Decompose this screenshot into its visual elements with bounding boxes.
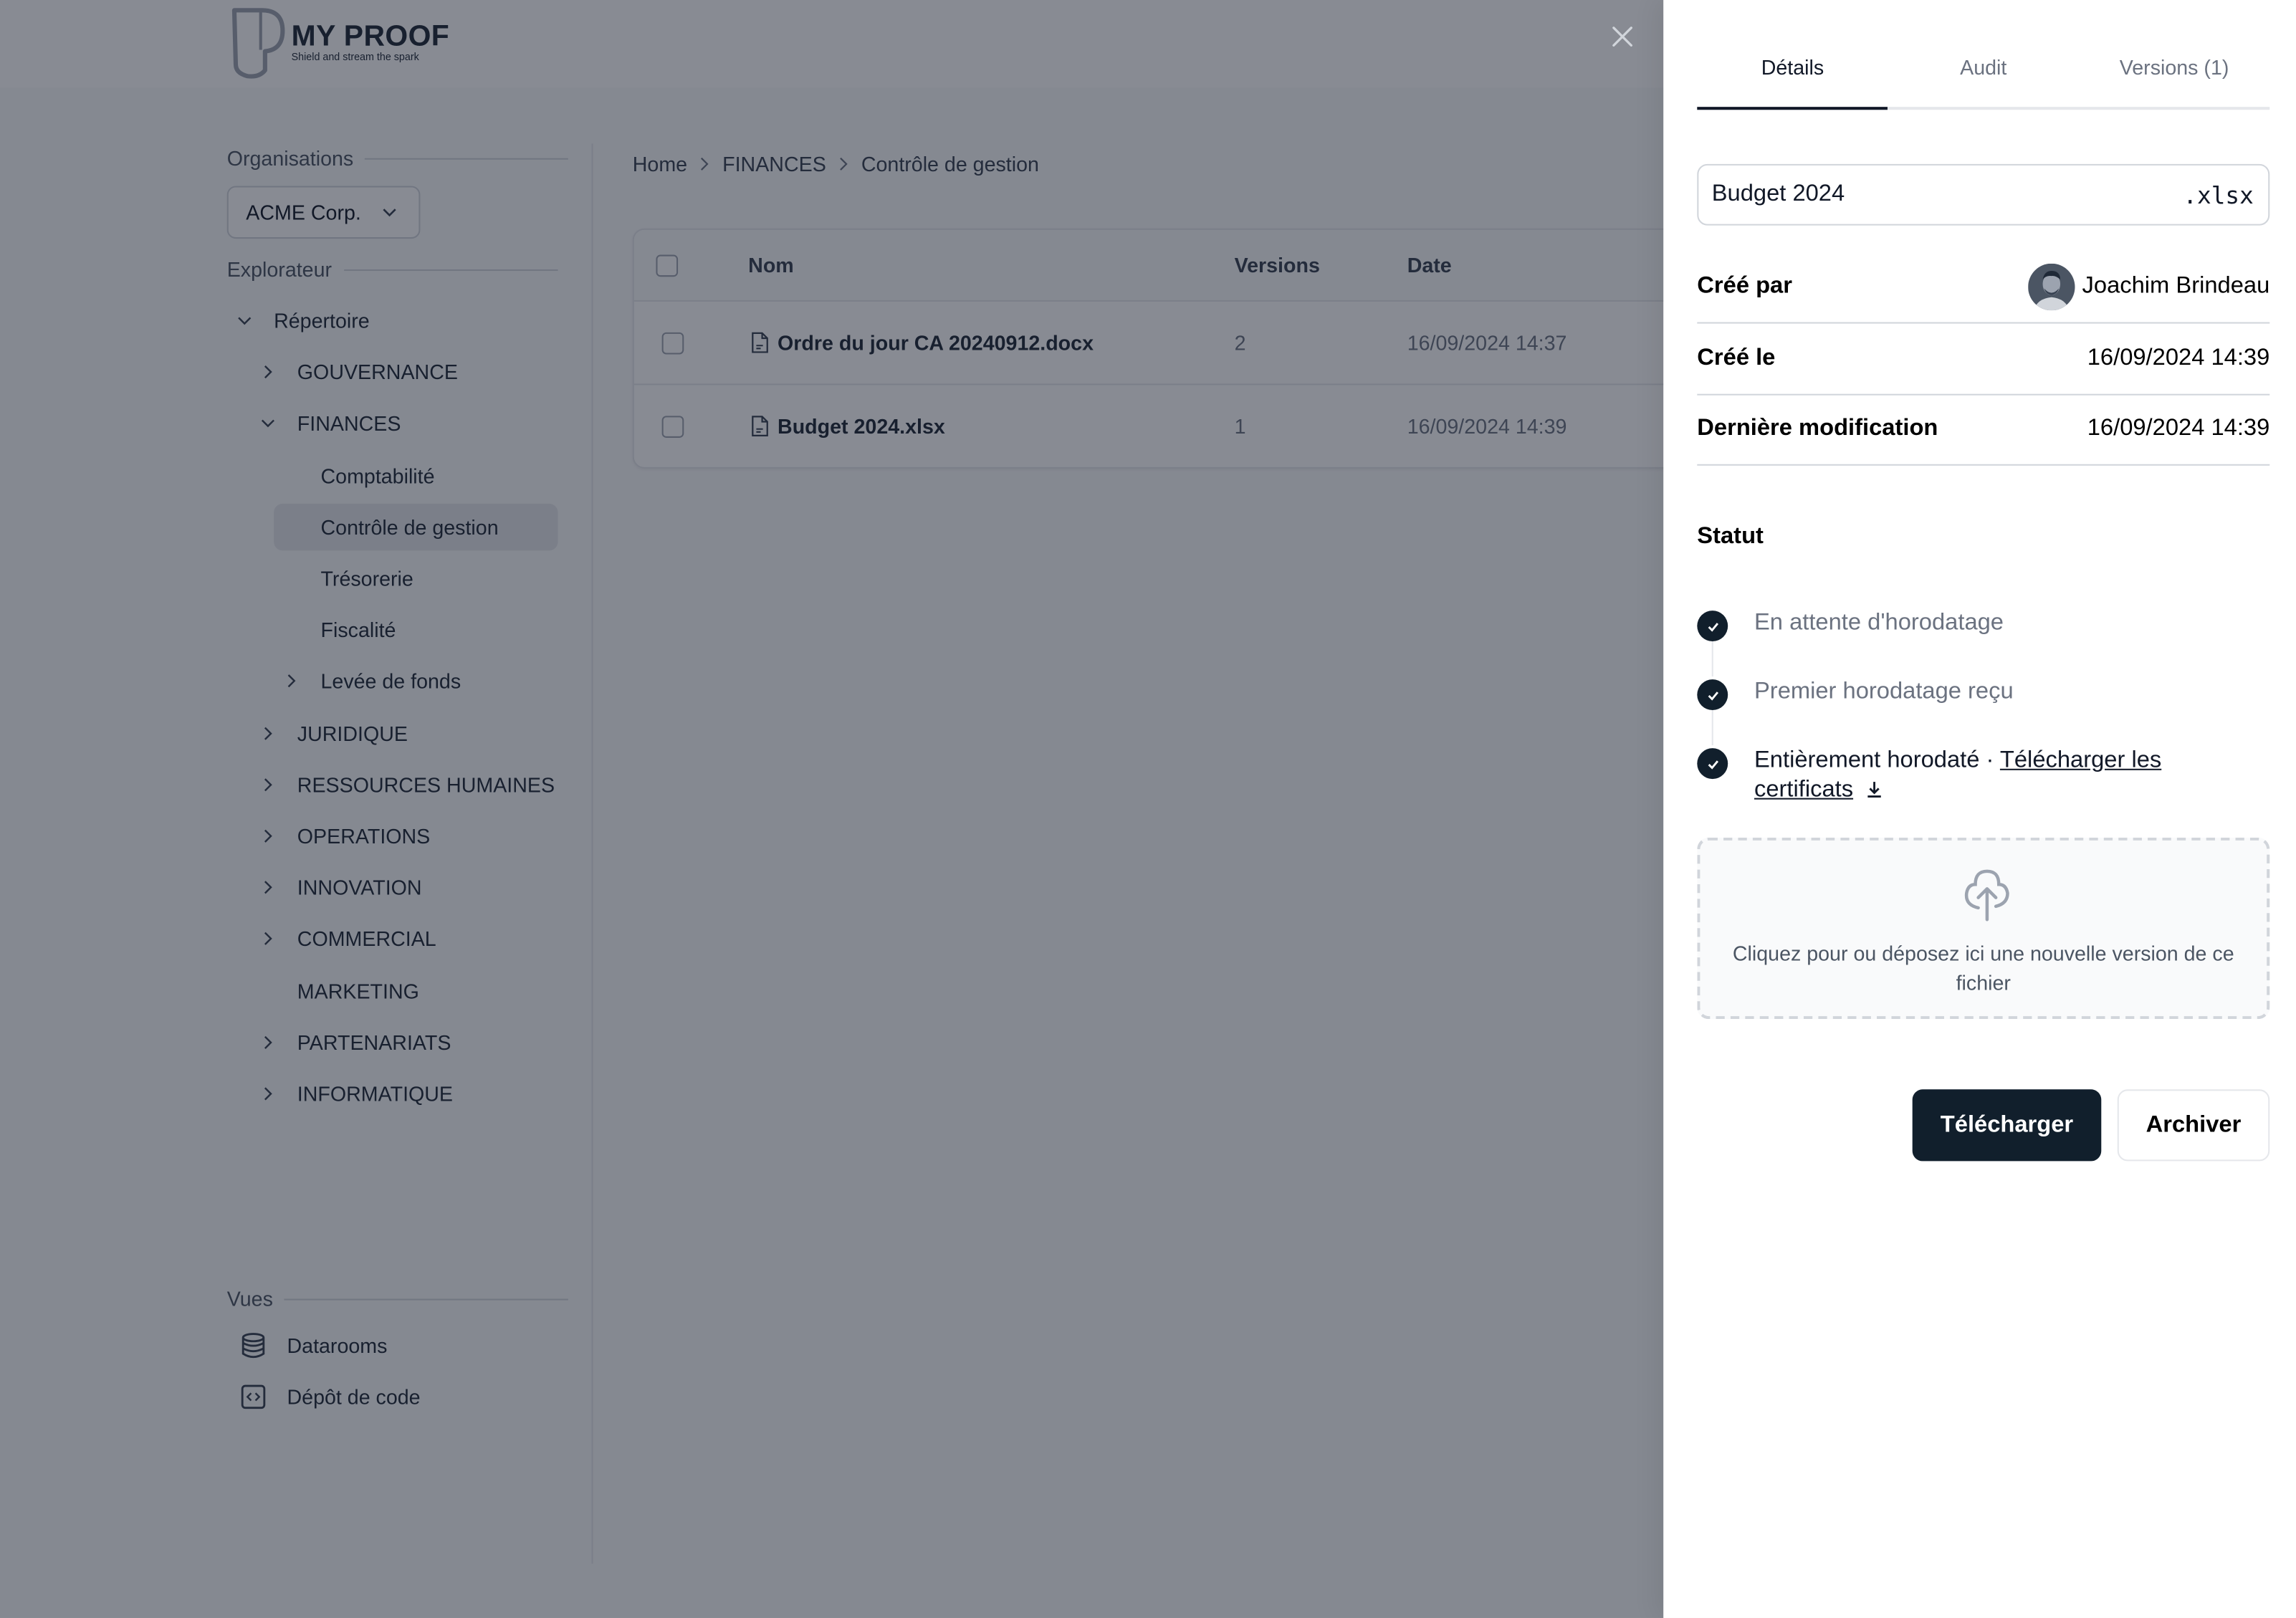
- panel-tabs: Détails Audit Versions (1): [1697, 41, 2270, 110]
- upload-dropzone[interactable]: Cliquez pour ou déposez ici une nouvelle…: [1697, 837, 2270, 1020]
- tab-audit[interactable]: Audit: [1888, 41, 2079, 107]
- download-button[interactable]: Télécharger: [1912, 1089, 2102, 1162]
- status-step: Entièrement horodaté · Télécharger les c…: [1697, 747, 2269, 805]
- close-icon[interactable]: [1607, 21, 1639, 53]
- screen: MY PROOF Shield and stream the spark Org…: [0, 0, 2296, 1618]
- file-name-field[interactable]: .xlsx: [1697, 163, 2270, 226]
- step-connector: [1711, 710, 1713, 746]
- meta-label: Créé par: [1697, 274, 1792, 299]
- file-details-panel: Détails Audit Versions (1) .xlsx Créé pa…: [1663, 0, 2296, 1618]
- status-step-label: Premier horodatage reçu: [1754, 679, 2014, 704]
- meta-label: Créé le: [1697, 345, 1776, 370]
- file-extension: .xlsx: [2183, 181, 2254, 209]
- status-step: En attente d'horodatage: [1697, 609, 2269, 642]
- tab-details[interactable]: Détails: [1697, 41, 1889, 110]
- dropzone-text: Cliquez pour ou déposez ici une nouvelle…: [1732, 941, 2234, 995]
- download-icon[interactable]: [1864, 779, 1885, 800]
- meta-created-by: Créé par Joachim Brindeau: [1697, 252, 2270, 324]
- creator-name: Joachim Brindeau: [2082, 274, 2270, 299]
- modal-backdrop[interactable]: [0, 0, 1664, 1618]
- archive-button[interactable]: Archiver: [2117, 1089, 2270, 1162]
- check-circle-icon: [1697, 679, 1728, 711]
- cloud-upload-icon: [1964, 869, 2009, 922]
- meta-label: Dernière modification: [1697, 416, 1938, 441]
- status-title: Statut: [1697, 524, 1764, 550]
- meta-value: 16/09/2024 14:39: [2087, 345, 2270, 370]
- avatar: [2027, 263, 2075, 311]
- status-step: Premier horodatage reçu: [1697, 678, 2269, 711]
- check-circle-icon: [1697, 611, 1728, 642]
- step-connector: [1711, 641, 1713, 677]
- meta-value: 16/09/2024 14:39: [2087, 416, 2270, 441]
- tab-versions[interactable]: Versions (1): [2079, 41, 2269, 107]
- separator: ·: [1979, 748, 2000, 773]
- status-step-label: Entièrement horodaté: [1754, 748, 1980, 773]
- file-name-input[interactable]: [1711, 181, 2183, 209]
- status-step-label: En attente d'horodatage: [1754, 611, 2004, 636]
- meta-last-modified: Dernière modification 16/09/2024 14:39: [1697, 394, 2270, 466]
- meta-created-on: Créé le 16/09/2024 14:39: [1697, 324, 2270, 396]
- check-circle-icon: [1697, 748, 1728, 780]
